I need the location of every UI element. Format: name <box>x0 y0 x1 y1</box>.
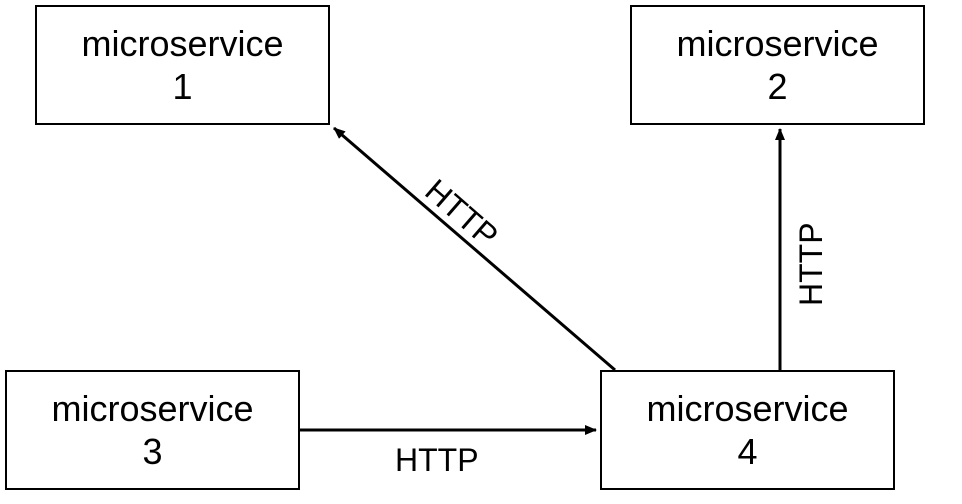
node-label-top: microservice <box>676 22 878 65</box>
node-label-bottom: 4 <box>737 430 757 473</box>
node-label-top: microservice <box>646 387 848 430</box>
edge-label-4-to-2: HTTP <box>793 222 830 306</box>
node-label-bottom: 3 <box>142 430 162 473</box>
node-label-bottom: 1 <box>172 65 192 108</box>
edge-label-4-to-1: HTTP <box>418 172 505 255</box>
node-microservice-4: microservice 4 <box>600 370 895 490</box>
node-label-top: microservice <box>51 387 253 430</box>
node-microservice-3: microservice 3 <box>5 370 300 490</box>
edge-label-3-to-4: HTTP <box>395 442 479 479</box>
node-microservice-2: microservice 2 <box>630 5 925 125</box>
node-microservice-1: microservice 1 <box>35 5 330 125</box>
node-label-top: microservice <box>81 22 283 65</box>
node-label-bottom: 2 <box>767 65 787 108</box>
